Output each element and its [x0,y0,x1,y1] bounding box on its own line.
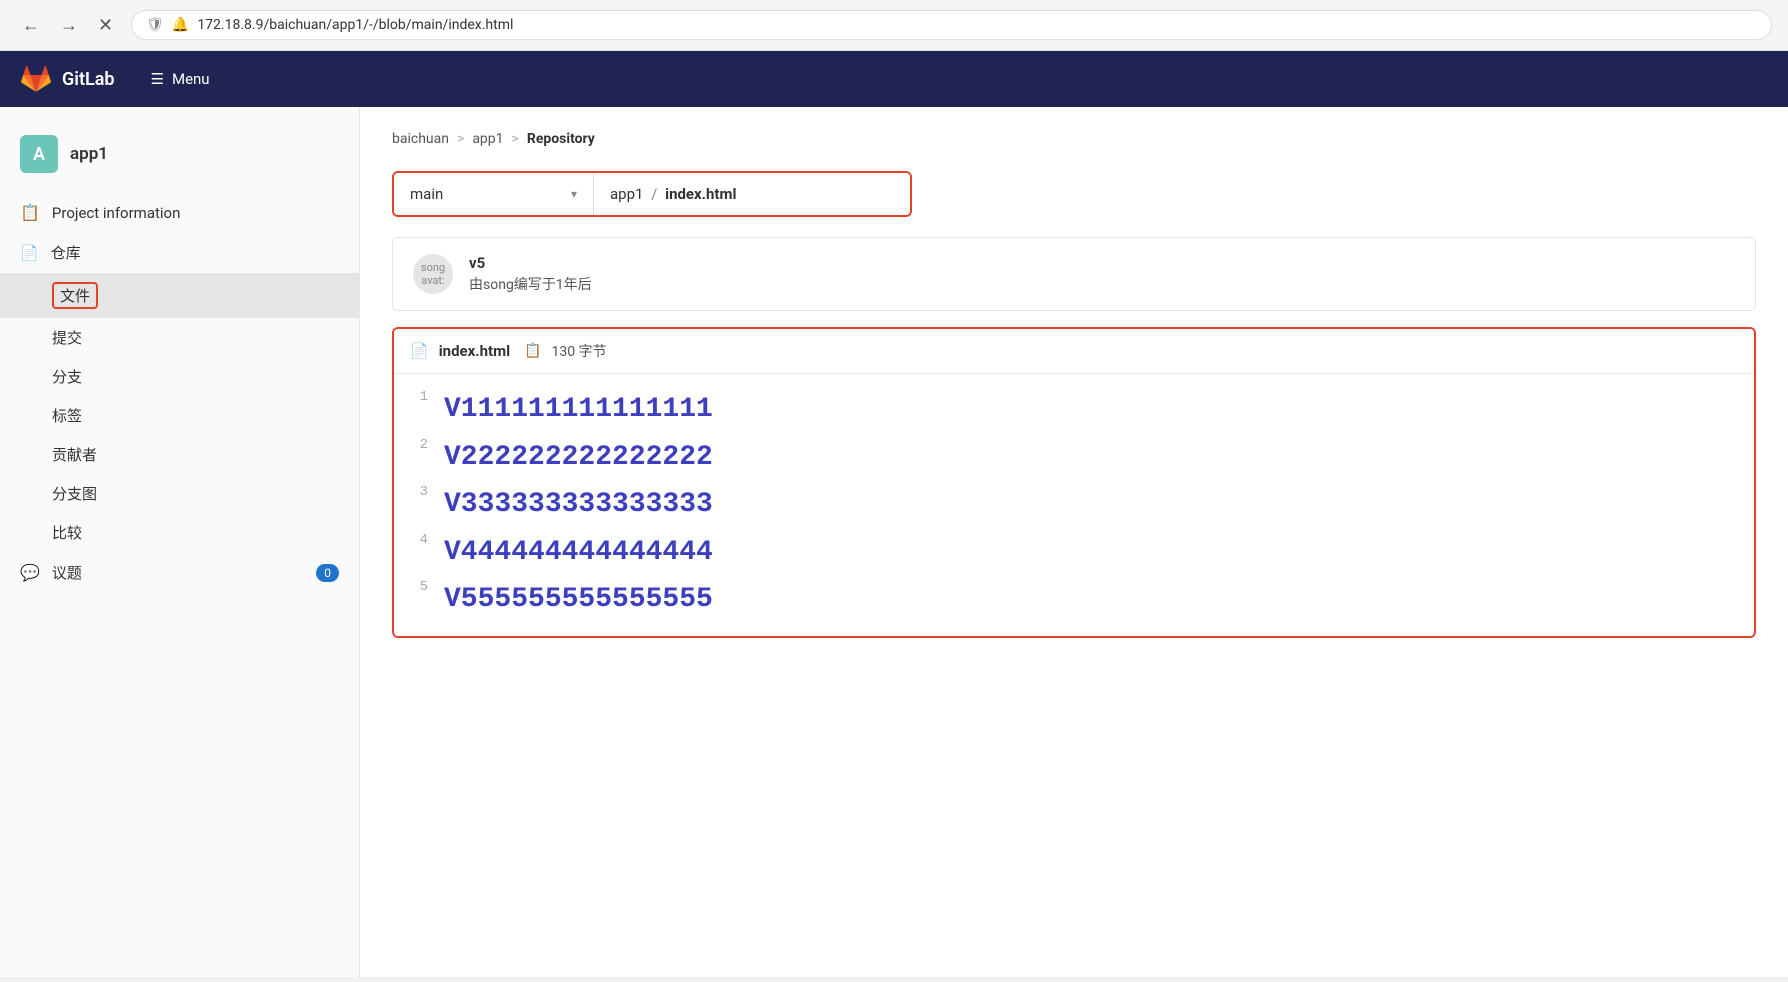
security-icon: 🛡 [146,17,164,33]
branch-graph-label: 分支图 [52,485,97,503]
commit-description: 由song编写于1年后 [469,274,592,294]
back-button[interactable]: ← [16,11,46,40]
sidebar-item-files[interactable]: 文件 [0,273,359,318]
path-separator: / [651,185,657,203]
sidebar-item-commits[interactable]: 提交 [0,318,359,357]
breadcrumb-sep-1: > [457,131,464,147]
nav-buttons: ← → ✕ [16,11,119,40]
sidebar-item-label: 仓库 [51,242,81,263]
forward-button[interactable]: → [54,11,84,40]
table-row: 2 V222222222222222 [394,434,1754,482]
sidebar-item-tags[interactable]: 标签 [0,396,359,435]
file-path: app1 / index.html [594,173,910,215]
branches-label: 分支 [52,368,82,386]
sidebar-item-label: Project information [52,204,180,222]
line-number: 5 [394,576,444,624]
issues-badge: 0 [316,564,339,582]
sidebar-item-contributors[interactable]: 贡献者 [0,435,359,474]
browser-chrome: ← → ✕ 🛡 🔔 172.18.8.9/baichuan/app1/-/blo… [0,0,1788,51]
sidebar-item-branch-graph[interactable]: 分支图 [0,474,359,513]
table-row: 5 V555555555555555 [394,576,1754,624]
compare-label: 比较 [52,524,82,542]
sidebar-item-issues[interactable]: 💬 议题 0 [0,552,359,593]
main-layout: A app1 📋 Project information 📄 仓库 文件 提交 … [0,107,1788,977]
file-size: 130 字节 [551,341,606,361]
commit-info: song avat: v5 由song编写于1年后 [392,237,1756,311]
issues-icon: 💬 [20,563,40,582]
dropdown-arrow-icon: ▾ [571,187,577,201]
line-code: V333333333333333 [444,481,713,529]
project-name: app1 [70,144,108,164]
gitlab-fox-icon [20,63,52,95]
table-row: 4 V444444444444444 [394,529,1754,577]
breadcrumb-baichuan[interactable]: baichuan [392,131,449,147]
line-code: V555555555555555 [444,576,713,624]
close-button[interactable]: ✕ [92,11,119,40]
line-number: 2 [394,434,444,482]
menu-button[interactable]: ☰ Menu [151,70,210,88]
contributors-label: 贡献者 [52,446,97,464]
issues-label: 议题 [52,562,82,583]
menu-label: Menu [172,70,210,88]
alert-icon: 🔔 [172,17,189,33]
file-name: index.html [439,342,510,360]
table-row: 1 V111111111111111 [394,386,1754,434]
branch-path-selector: main ▾ app1 / index.html [392,171,912,217]
sidebar: A app1 📋 Project information 📄 仓库 文件 提交 … [0,107,360,977]
commit-version: v5 [469,254,592,272]
avatar-text: song avat: [413,261,453,287]
commit-details: v5 由song编写于1年后 [469,254,592,294]
line-code: V444444444444444 [444,529,713,577]
path-app1: app1 [610,185,643,203]
address-text: 172.18.8.9/baichuan/app1/-/blob/main/ind… [197,17,513,33]
sidebar-item-project-information[interactable]: 📋 Project information [0,193,359,232]
gitlab-title: GitLab [62,69,115,90]
sidebar-item-branches[interactable]: 分支 [0,357,359,396]
project-header[interactable]: A app1 [0,123,359,193]
branch-dropdown[interactable]: main ▾ [394,173,594,215]
address-bar[interactable]: 🛡 🔔 172.18.8.9/baichuan/app1/-/blob/main… [131,10,1772,40]
path-filename: index.html [665,185,736,203]
commit-avatar: song avat: [413,254,453,294]
copy-icon[interactable]: 📋 [524,343,541,359]
line-number: 3 [394,481,444,529]
file-header: 📄 index.html 📋 130 字节 [394,329,1754,374]
tags-label: 标签 [52,407,82,425]
line-code: V111111111111111 [444,386,713,434]
gitlab-logo[interactable]: GitLab [20,63,115,95]
breadcrumb-app1[interactable]: app1 [472,131,503,147]
files-label: 文件 [52,282,98,309]
project-info-icon: 📋 [20,203,40,222]
gitlab-header: GitLab ☰ Menu [0,51,1788,107]
project-avatar: A [20,135,58,173]
commits-label: 提交 [52,329,82,347]
file-viewer: 📄 index.html 📋 130 字节 1 V111111111111111… [392,327,1756,638]
line-code: V222222222222222 [444,434,713,482]
main-content: baichuan > app1 > Repository main ▾ app1… [360,107,1788,977]
sidebar-item-repository[interactable]: 📄 仓库 [0,232,359,273]
breadcrumb: baichuan > app1 > Repository [392,131,1756,147]
breadcrumb-sep-2: > [512,131,519,147]
line-number: 4 [394,529,444,577]
line-number: 1 [394,386,444,434]
breadcrumb-current: Repository [527,131,595,147]
file-content: 1 V111111111111111 2 V222222222222222 3 … [394,374,1754,636]
file-type-icon: 📄 [410,342,429,360]
table-row: 3 V333333333333333 [394,481,1754,529]
sidebar-item-compare[interactable]: 比较 [0,513,359,552]
repository-icon: 📄 [20,244,39,262]
menu-icon: ☰ [151,70,164,88]
branch-name: main [410,185,443,203]
